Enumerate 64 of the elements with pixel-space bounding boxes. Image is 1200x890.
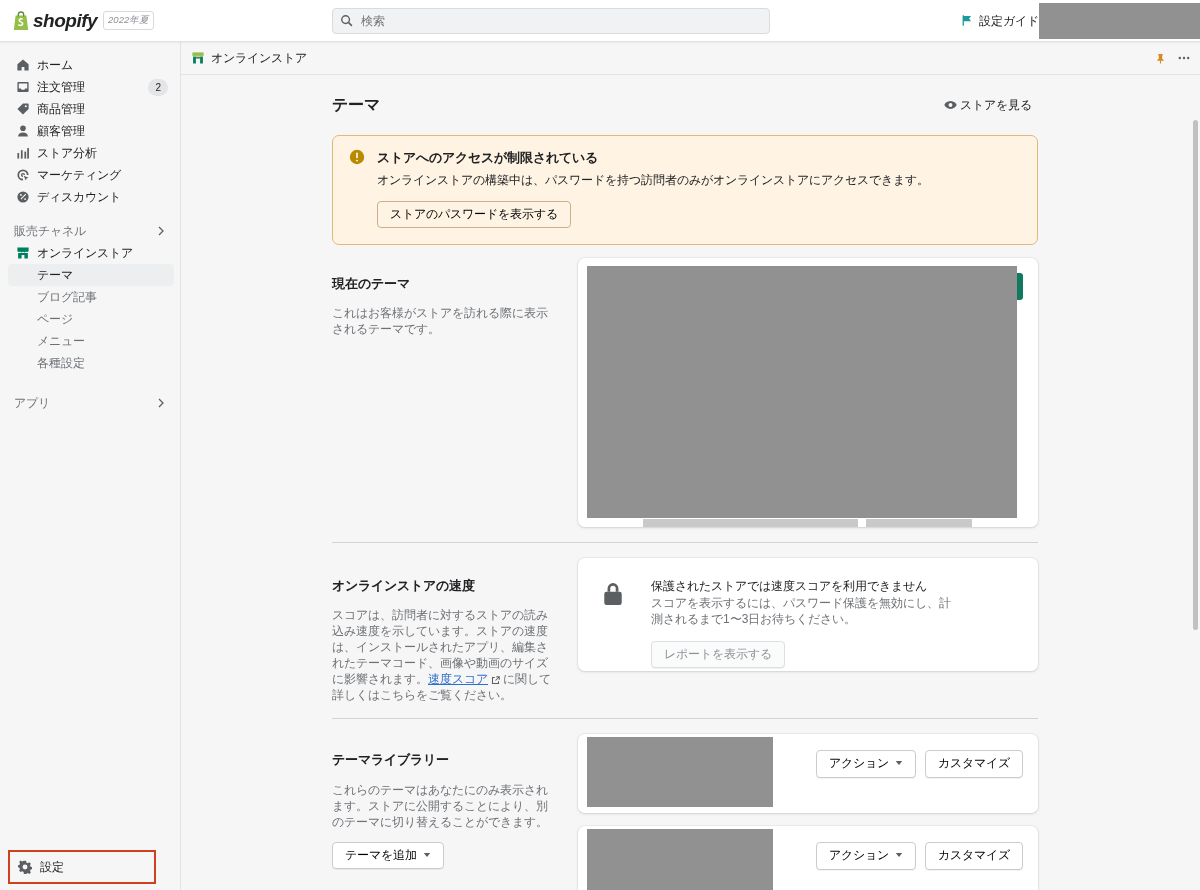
sidebar-item[interactable]: ホーム xyxy=(0,54,180,76)
count-badge: 2 xyxy=(148,78,168,96)
page-title: テーマ xyxy=(332,95,380,115)
sidebar-item[interactable]: 顧客管理 xyxy=(0,120,180,142)
target-cursor-icon xyxy=(16,168,30,182)
flag-icon xyxy=(960,14,973,27)
settings-item[interactable]: 設定 xyxy=(8,850,156,884)
banner-text: オンラインストアの構築中は、パスワードを持つ訪問者のみがオンラインストアにアクセスできます。 xyxy=(377,171,929,189)
caret-down-icon xyxy=(895,761,903,767)
view-store-link[interactable]: ストアを見る xyxy=(944,96,1032,114)
inbox-icon xyxy=(16,80,30,94)
section-title: 現在のテーマ xyxy=(332,274,411,293)
search-field[interactable]: 検索 xyxy=(332,7,770,34)
speed-score-link[interactable]: 速度スコア xyxy=(428,672,500,687)
section-description: これらのテーマはあなたにのみ表示されます。ストアに公開することにより、別のテーマに切り替えることができます。 xyxy=(332,781,549,830)
notice-text: スコアを表示するには、パスワード保護を無効にし、計測されるまで1〜3日お待ちください。 xyxy=(651,595,951,627)
edition-badge: 2022年夏 xyxy=(103,11,155,30)
discount-icon xyxy=(16,190,30,204)
external-link-icon xyxy=(491,675,500,685)
more-icon xyxy=(1178,56,1190,60)
section-heading: アプリ xyxy=(14,395,50,412)
customize-button[interactable]: カスタマイズ xyxy=(925,842,1023,870)
lock-icon xyxy=(602,581,624,606)
sidebar-subitem[interactable]: 各種設定 xyxy=(8,352,174,374)
person-icon xyxy=(16,124,30,138)
pin-icon xyxy=(1155,52,1166,64)
sidebar-item[interactable]: 注文管理 2 xyxy=(0,76,180,98)
setup-guide-link[interactable]: 設定ガイド xyxy=(960,11,1039,30)
sidebar-item[interactable]: マーケティング xyxy=(0,164,180,186)
notice-title: 保護されたストアでは速度スコアを利用できません xyxy=(651,578,928,594)
sidebar-item[interactable]: ディスカウント xyxy=(0,186,180,208)
sidebar-item[interactable]: 商品管理 xyxy=(0,98,180,120)
chevron-right-icon xyxy=(156,226,166,236)
caret-down-icon xyxy=(423,852,431,858)
tag-icon xyxy=(16,102,30,116)
caret-down-icon xyxy=(895,853,903,859)
customize-button[interactable]: カスタマイズ xyxy=(925,750,1023,778)
section-heading: 販売チャネル xyxy=(14,223,86,240)
section-title: テーマライブラリー xyxy=(332,751,450,770)
sidebar-item[interactable]: ストア分析 xyxy=(0,142,180,164)
section-description: スコアは、訪問者に対するストアの読み込み速度を示しています。ストアの速度は、インストールされたアプリ、編集されたテーマコード、画像や動画のサイズに影響されます。速度スコア に関して詳しくはこちらをご覧ください。 xyxy=(332,607,553,704)
storefront-icon xyxy=(16,246,30,260)
banner-title: ストアへのアクセスが制限されている xyxy=(377,149,599,167)
section-title: オンラインストアの速度 xyxy=(332,576,476,595)
gear-icon xyxy=(18,860,32,874)
eye-icon xyxy=(944,100,957,110)
sidebar-subitem[interactable]: メニュー xyxy=(8,330,174,352)
breadcrumb-title: オンラインストア xyxy=(211,50,307,67)
sidebar-subitem[interactable]: ページ xyxy=(8,308,174,330)
sidebar-subitem[interactable]: テーマ xyxy=(8,264,174,286)
sidebar-item[interactable]: オンラインストア xyxy=(0,242,180,264)
warning-icon xyxy=(349,149,365,165)
chevron-right-icon xyxy=(156,398,166,408)
add-theme-button[interactable]: テーマを追加 xyxy=(332,841,444,869)
bar-chart-icon xyxy=(16,146,30,160)
actions-button[interactable]: アクション xyxy=(816,750,916,778)
actions-button[interactable]: アクション xyxy=(816,842,916,870)
sidebar-subitem[interactable]: ブログ記事 xyxy=(8,286,174,308)
section-description: これはお客様がストアを訪れる際に表示されるテーマです。 xyxy=(332,305,549,338)
shopping-bag-icon xyxy=(12,10,30,31)
show-password-button[interactable]: ストアのパスワードを表示する xyxy=(377,200,571,228)
logo-text: shopify xyxy=(33,11,98,30)
home-icon xyxy=(16,58,30,72)
storefront-icon xyxy=(191,51,205,65)
